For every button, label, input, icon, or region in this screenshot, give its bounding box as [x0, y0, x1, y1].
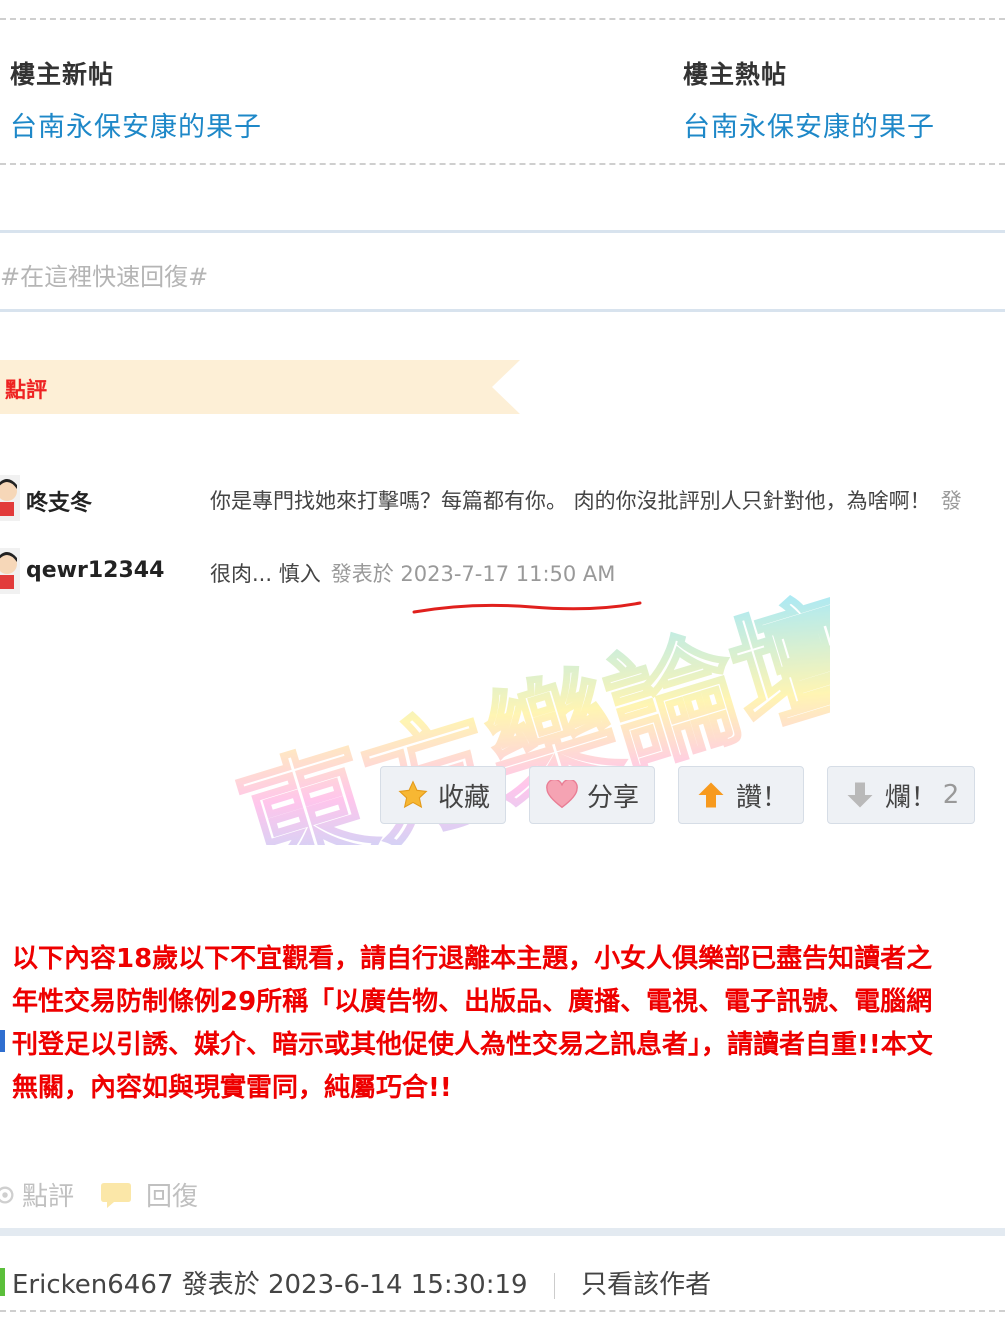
header-divider — [553, 1272, 555, 1299]
notice-line: 年性交易防制條例29所稱「以廣告物、出版品、廣播、電視、電子訊號、電腦網 — [12, 987, 933, 1017]
rate-label: 點評 — [22, 1182, 75, 1212]
quick-reply-placeholder: #在這裡快速回復# — [0, 263, 209, 291]
post-separator — [0, 1228, 1005, 1236]
comment-text: 很肉... 慎入 發表於 2023-7-17 11:50 AM — [210, 558, 615, 588]
age-warning-notice: 以下內容18歲以下不宜觀看，請自行退離本主題，小女人俱樂部已盡告知讀者之 年性交… — [12, 938, 1005, 1110]
share-label: 分享 — [586, 782, 639, 813]
avatar[interactable] — [0, 548, 20, 594]
author-new-post-link[interactable]: 台南永保安康的果子 — [10, 105, 262, 144]
arrow-down-icon — [843, 778, 877, 812]
reply-label: 回復 — [146, 1182, 199, 1212]
comment-body: 很肉... 慎入 — [210, 562, 321, 586]
quote-marker — [0, 1030, 5, 1052]
quick-reply-input[interactable]: #在這裡快速回復# — [0, 230, 1005, 312]
notice-line: 以下內容18歲以下不宜觀看，請自行退離本主題，小女人俱樂部已盡告知讀者之 — [12, 944, 933, 974]
reply-action[interactable]: 回復 — [100, 1176, 198, 1213]
only-author-link[interactable]: 只看該作者 — [581, 1270, 711, 1300]
red-underline-annotation — [412, 601, 642, 614]
share-button[interactable]: 分享 — [529, 766, 655, 824]
comment-body: 你是專門找她來打擊嗎？每篇都有你。 肉的你沒批評別人只針對他，為啥啊！ — [210, 489, 931, 513]
post-header: Ericken6467 發表於 2023-6-14 15:30:19 只看該作者 — [0, 1262, 1005, 1302]
star-icon — [396, 778, 430, 812]
heart-icon — [545, 778, 579, 812]
avatar[interactable] — [0, 475, 20, 521]
notice-line: 刊登足以引誘、媒介、暗示或其他促使人為性交易之訊息者」，請讀者自重!!本文 — [12, 1030, 933, 1060]
favorite-label: 收藏 — [437, 782, 490, 813]
eye-icon — [0, 1184, 16, 1206]
author-threads: 樓主新帖 台南永保安康的果子 樓主熱帖 台南永保安康的果子 — [10, 55, 1000, 145]
post-timestamp: 發表於 2023-6-14 15:30:19 — [181, 1270, 528, 1300]
post-header-info: Ericken6467 發表於 2023-6-14 15:30:19 只看該作者 — [12, 1264, 711, 1301]
rating-comment: qewr12344 很肉... 慎入 發表於 2023-7-17 11:50 AM — [0, 548, 1005, 598]
threads-divider — [0, 163, 1005, 165]
online-status-bar — [0, 1268, 5, 1296]
arrow-up-icon — [694, 778, 728, 812]
comment-meta: 發表於 2023-7-17 11:50 AM — [330, 562, 616, 586]
favorite-button[interactable]: 收藏 — [380, 766, 506, 824]
rating-label: 點評 — [5, 378, 47, 402]
rate-action[interactable]: 點評 — [0, 1176, 74, 1213]
rating-banner-ribbon — [0, 360, 520, 414]
comment-meta: 發 — [940, 489, 962, 513]
top-divider — [0, 18, 1005, 20]
author-hot-post-link[interactable]: 台南永保安康的果子 — [683, 105, 935, 144]
author-new-posts-heading: 樓主新帖 — [10, 60, 115, 89]
comment-text: 你是專門找她來打擊嗎？每篇都有你。 肉的你沒批評別人只針對他，為啥啊！ 發 — [210, 485, 962, 515]
bottom-divider — [0, 1310, 1005, 1312]
rating-comment: 咚支冬 你是專門找她來打擊嗎？每篇都有你。 肉的你沒批評別人只針對他，為啥啊！ 發 — [0, 475, 1005, 525]
author-hot-posts-heading: 樓主熱帖 — [683, 60, 788, 89]
rating-banner: 點評 — [0, 360, 540, 414]
author-new-posts: 樓主新帖 台南永保安康的果子 — [10, 55, 262, 144]
like-button[interactable]: 讚！ — [678, 766, 804, 824]
dislike-count: 2 — [942, 780, 960, 810]
notice-line: 無關，內容如與現實雷同，純屬巧合!! — [12, 1073, 452, 1103]
speech-bubble-icon — [100, 1181, 132, 1209]
dislike-button[interactable]: 爛！ 2 — [827, 766, 975, 824]
post-author[interactable]: Ericken6467 — [12, 1270, 173, 1300]
like-label: 讚！ — [735, 782, 788, 813]
dislike-label: 爛！ — [884, 782, 937, 813]
author-hot-posts: 樓主熱帖 台南永保安康的果子 — [683, 55, 935, 144]
comment-username[interactable]: qewr12344 — [26, 558, 164, 583]
post-footer-actions: 點評 回復 — [0, 1172, 1005, 1216]
post-action-bar: 收藏 分享 讚！ 爛！ 2 — [380, 766, 980, 826]
comment-username[interactable]: 咚支冬 — [26, 485, 92, 517]
